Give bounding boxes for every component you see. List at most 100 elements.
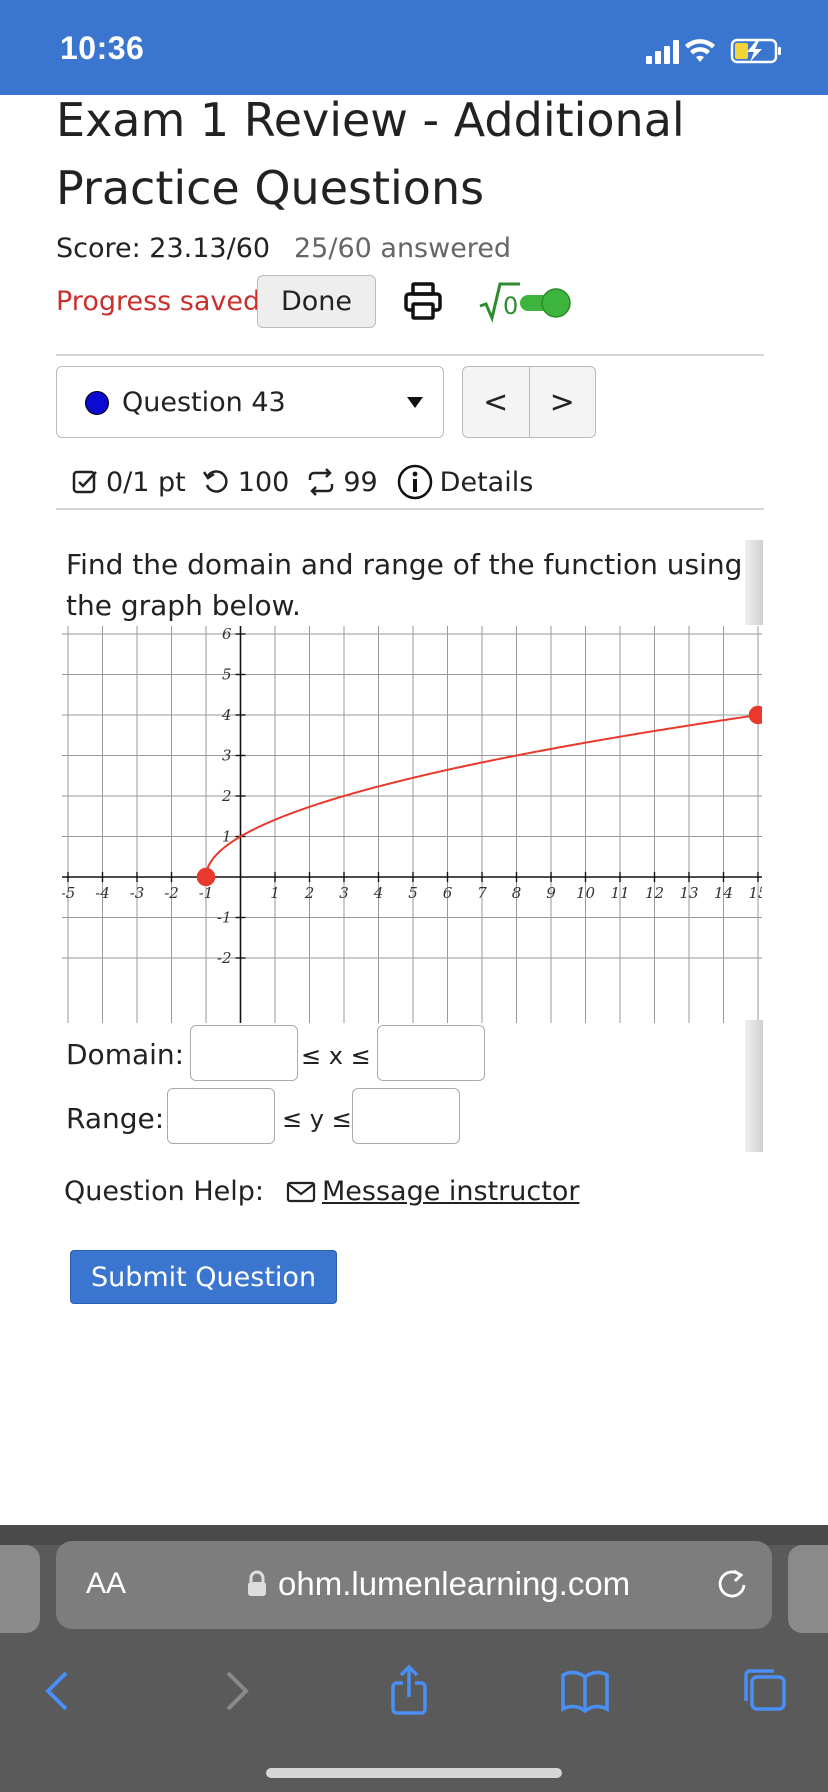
status-time: 10:36 (60, 30, 145, 66)
print-icon[interactable] (402, 280, 444, 322)
y-tick-label: 5 (222, 666, 232, 684)
endpoint-dot (748, 705, 762, 725)
x-tick-label: 5 (408, 884, 418, 902)
details-label: Details (439, 466, 534, 498)
svg-text:0: 0 (503, 292, 518, 320)
retries-text: 100 (237, 466, 290, 498)
domain-max-input[interactable] (377, 1025, 485, 1081)
domain-min-input[interactable] (190, 1025, 298, 1081)
points-info: 0/1 pt (72, 467, 186, 498)
question-help: Question Help: Message instructor (64, 1176, 579, 1207)
next-question-button[interactable]: > (528, 367, 596, 437)
status-bar: 10:36 (0, 0, 828, 95)
range-max-input[interactable] (352, 1088, 460, 1144)
forward-icon[interactable] (206, 1661, 266, 1721)
wifi-icon (685, 39, 715, 62)
message-instructor-link[interactable]: Message instructor (322, 1176, 579, 1207)
question-help-label: Question Help: (64, 1176, 264, 1207)
cellular-signal-icon (646, 40, 679, 64)
question-text: Find the domain and range of the functio… (66, 548, 743, 622)
bookmarks-icon[interactable] (555, 1661, 615, 1721)
toggle-switch-icon (520, 288, 571, 318)
checkbox-icon (72, 470, 97, 494)
scroll-shadow (745, 540, 763, 625)
home-indicator (266, 1768, 562, 1778)
domain-inequality: ≤ x ≤ (301, 1042, 371, 1070)
next-tab-peek[interactable] (788, 1545, 828, 1633)
question-select[interactable]: Question 43 (56, 366, 444, 438)
x-tick-label: 8 (512, 884, 522, 902)
x-tick-label: 6 (443, 884, 453, 902)
info-icon (397, 464, 432, 500)
domain-label: Domain: (66, 1038, 185, 1071)
url-display[interactable]: ohm.lumenlearning.com (246, 1565, 630, 1603)
retries-info: 100 (202, 466, 290, 498)
x-tick-label: -2 (164, 884, 179, 902)
range-label: Range: (66, 1102, 165, 1135)
y-tick-label: 6 (222, 626, 232, 643)
question-nav-buttons: < > (462, 366, 596, 438)
address-bar[interactable]: AA ohm.lumenlearning.com (56, 1541, 772, 1629)
browser-toolbar (0, 1651, 828, 1731)
share-icon[interactable] (379, 1661, 439, 1721)
undo-icon (202, 470, 228, 493)
x-tick-label: 4 (373, 884, 384, 902)
x-tick-label: 11 (610, 884, 629, 902)
x-tick-label: 14 (714, 884, 733, 902)
x-tick-label: 10 (576, 884, 596, 902)
previous-question-button[interactable]: < (463, 367, 529, 437)
browser-chrome: AA ohm.lumenlearning.com (0, 1525, 828, 1792)
done-button[interactable]: Done (257, 275, 376, 328)
x-tick-label: 13 (679, 884, 698, 902)
attempts-text: 99 (343, 466, 378, 498)
y-tick-label: 4 (221, 706, 232, 724)
question-meta: 0/1 pt 100 99 Details (72, 462, 549, 502)
question-status-dot (85, 391, 109, 415)
math-entry-toggle[interactable]: 0 (478, 278, 578, 326)
function-graph: -5-4-3-2-1123456789101112131415-2-112345… (62, 626, 762, 1023)
mail-icon (286, 1181, 316, 1202)
progress-status: Progress saved (56, 286, 261, 317)
x-tick-label: 12 (645, 884, 664, 902)
y-tick-label: 3 (222, 747, 232, 765)
back-icon[interactable] (28, 1661, 88, 1721)
answered-count: 25/60 answered (294, 233, 512, 264)
x-tick-label: 15 (748, 884, 762, 902)
divider-top (56, 354, 764, 356)
page-title: Exam 1 Review - Additional Practice Ques… (56, 93, 685, 215)
battery-charging-icon (730, 38, 781, 64)
previous-tab-peek[interactable] (0, 1545, 40, 1633)
y-tick-label: -1 (217, 909, 232, 927)
text-size-button[interactable]: AA (86, 1567, 126, 1601)
x-tick-label: -4 (95, 884, 110, 902)
repeat-icon (309, 468, 334, 496)
question-select-label: Question 43 (122, 387, 286, 418)
square-root-icon: 0 (479, 282, 520, 323)
divider-mid (56, 508, 764, 510)
points-text: 0/1 pt (106, 466, 186, 498)
reload-icon[interactable] (714, 1567, 750, 1603)
url-text: ohm.lumenlearning.com (278, 1565, 631, 1602)
submit-question-button[interactable]: Submit Question (70, 1250, 337, 1304)
x-tick-label: 3 (339, 884, 349, 902)
score-text: Score: 23.13/60 (56, 233, 271, 264)
x-tick-label: -1 (199, 884, 214, 902)
attempts-info: 99 (305, 466, 378, 498)
y-tick-label: -2 (217, 949, 232, 967)
details-button[interactable]: Details (396, 463, 534, 501)
chevron-down-icon (407, 397, 423, 408)
x-tick-label: 7 (477, 884, 487, 902)
system-status-icons (646, 38, 781, 64)
x-tick-label: 9 (546, 884, 556, 902)
x-tick-label: 1 (270, 884, 280, 902)
scroll-shadow (745, 1020, 763, 1152)
endpoint-dot (196, 867, 216, 887)
range-min-input[interactable] (167, 1088, 275, 1144)
lock-icon (248, 1570, 266, 1596)
x-tick-label: -5 (62, 884, 75, 902)
y-tick-label: 2 (221, 787, 232, 805)
range-inequality: ≤ y ≤ (282, 1105, 352, 1133)
tabs-icon[interactable] (734, 1661, 794, 1721)
x-tick-label: -3 (130, 884, 145, 902)
x-tick-label: 2 (304, 884, 315, 902)
